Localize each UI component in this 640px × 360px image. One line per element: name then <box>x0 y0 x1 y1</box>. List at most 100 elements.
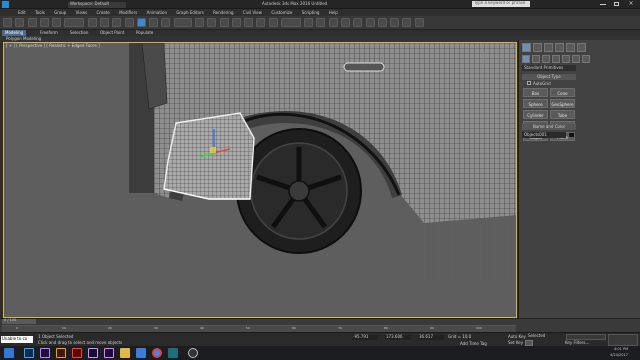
align-icon[interactable] <box>316 18 326 27</box>
primitive-type-dropdown[interactable]: Standard Primitives <box>522 65 576 71</box>
sphere-button[interactable]: Sphere <box>523 99 548 108</box>
coord-x-field[interactable]: -95.791 <box>352 335 378 340</box>
menu-civil-view[interactable]: Civil View <box>243 11 262 15</box>
name-and-color-header[interactable]: Name and Color <box>522 124 576 130</box>
menu-views[interactable]: Views <box>76 11 88 15</box>
playback-controls[interactable] <box>566 334 606 340</box>
menu-customize[interactable]: Customize <box>271 11 292 15</box>
after-effects-icon[interactable] <box>88 348 98 358</box>
keyboard-shortcut-icon[interactable] <box>219 18 229 27</box>
menu-group[interactable]: Group <box>54 11 66 15</box>
selected-dropdown[interactable]: Selected <box>527 334 561 339</box>
undo-icon[interactable] <box>3 18 12 27</box>
time-slider[interactable]: 0 / 100 <box>2 318 36 324</box>
unlink-icon[interactable] <box>39 18 49 27</box>
select-manipulate-icon[interactable] <box>207 18 217 27</box>
shapes-icon[interactable] <box>532 55 540 63</box>
select-by-name-icon[interactable] <box>99 18 109 27</box>
bind-spacewarp-icon[interactable] <box>52 18 62 27</box>
file-explorer-icon[interactable] <box>120 348 130 358</box>
systems-icon[interactable] <box>582 55 590 63</box>
cone-button[interactable]: Cone <box>550 88 575 97</box>
redo-icon[interactable] <box>15 18 25 27</box>
render-production-icon[interactable] <box>414 18 424 27</box>
modify-tab-icon[interactable] <box>533 43 542 52</box>
spinner-snap-icon[interactable] <box>268 18 278 27</box>
maxscript-listener[interactable]: Unable to co <box>1 336 33 343</box>
pivot-center-icon[interactable] <box>194 18 204 27</box>
polygon-modeling-label[interactable]: Polygon Modeling <box>6 37 41 41</box>
scale-icon[interactable] <box>161 18 171 27</box>
display-tab-icon[interactable] <box>566 43 575 52</box>
acrobat-icon[interactable] <box>72 348 82 358</box>
angle-snap-icon[interactable] <box>244 18 254 27</box>
app-logo-icon[interactable] <box>2 1 9 8</box>
mirror-icon[interactable] <box>304 18 314 27</box>
obs-icon[interactable] <box>188 348 198 358</box>
tab-object-paint[interactable]: Object Paint <box>100 31 124 35</box>
move-icon[interactable] <box>136 18 146 27</box>
selected-bumper-mesh[interactable] <box>163 112 255 200</box>
autogrid-checkbox[interactable]: AutoGrid <box>533 82 551 86</box>
perspective-viewport[interactable]: [ + ] [ Perspective ] [ Realistic + Edge… <box>3 42 517 318</box>
minimize-button[interactable] <box>596 0 610 8</box>
coord-y-field[interactable]: 173.606 <box>385 335 411 340</box>
menu-graph-editors[interactable]: Graph Editors <box>176 11 203 15</box>
track-bar[interactable]: 0 10 20 30 40 50 60 70 80 90 100 <box>2 325 516 332</box>
close-button[interactable]: × <box>624 1 638 8</box>
box-button[interactable]: Box <box>523 88 548 97</box>
object-type-header[interactable]: Object Type <box>522 74 576 80</box>
chrome-icon[interactable] <box>152 348 162 358</box>
geosphere-button[interactable]: GeoSphere <box>550 99 575 108</box>
clock-date[interactable]: 4/24/2017 <box>610 353 628 358</box>
menu-rendering[interactable]: Rendering <box>213 11 233 15</box>
windows-start-icon[interactable] <box>4 348 14 358</box>
workspace-dropdown[interactable]: Workspace: Default <box>68 2 126 8</box>
link-icon[interactable] <box>27 18 37 27</box>
tab-populate[interactable]: Populate <box>136 31 153 35</box>
rectangle-selection-icon[interactable] <box>112 18 122 27</box>
premiere-icon[interactable] <box>40 348 50 358</box>
viewport-label[interactable]: [ + ] [ Perspective ] [ Realistic + Edge… <box>6 44 100 48</box>
selection-filter-icon[interactable] <box>64 18 85 27</box>
cameras-icon[interactable] <box>552 55 560 63</box>
tube-button[interactable]: Tube <box>550 110 575 119</box>
viewcube-icon[interactable] <box>484 51 504 65</box>
auto-key-label[interactable]: Auto Key <box>508 335 526 339</box>
menu-edit[interactable]: Edit <box>18 11 26 15</box>
timeline[interactable]: 0 / 100 0 10 20 30 40 50 60 70 80 90 100 <box>0 318 640 332</box>
menu-create[interactable]: Create <box>97 11 110 15</box>
spacewarps-icon[interactable] <box>572 55 580 63</box>
render-setup-icon[interactable] <box>390 18 400 27</box>
toggle-ribbon-icon[interactable] <box>341 18 351 27</box>
3dsmax-icon[interactable] <box>168 348 178 358</box>
store-icon[interactable] <box>136 348 146 358</box>
tab-freeform[interactable]: Freeform <box>40 31 58 35</box>
select-object-icon[interactable] <box>87 18 97 27</box>
percent-snap-icon[interactable] <box>256 18 266 27</box>
motion-tab-icon[interactable] <box>555 43 564 52</box>
tab-selection[interactable]: Selection <box>70 31 88 35</box>
geometry-icon[interactable] <box>522 55 530 63</box>
set-key-label[interactable]: Set Key <box>508 341 523 345</box>
snaps-toggle-icon[interactable] <box>231 18 241 27</box>
create-tab-icon[interactable] <box>522 43 531 52</box>
rendered-frame-icon[interactable] <box>402 18 412 27</box>
named-selection-icon[interactable] <box>280 18 301 27</box>
object-color-swatch[interactable] <box>568 132 575 138</box>
maximize-button[interactable] <box>610 0 624 8</box>
cylinder-button[interactable]: Cylinder <box>523 110 548 119</box>
menu-animation[interactable]: Animation <box>147 11 167 15</box>
menu-help[interactable]: Help <box>329 11 338 15</box>
photoshop-icon[interactable] <box>24 348 34 358</box>
lights-icon[interactable] <box>542 55 550 63</box>
menu-scripting[interactable]: Scripting <box>302 11 320 15</box>
utilities-tab-icon[interactable] <box>577 43 586 52</box>
object-name-field[interactable]: Objects001 <box>522 132 566 138</box>
premiere-rush-icon[interactable] <box>104 348 114 358</box>
key-filters-button[interactable]: Key Filters... <box>565 341 589 345</box>
curve-editor-icon[interactable] <box>353 18 363 27</box>
menu-tools[interactable]: Tools <box>35 11 45 15</box>
layer-explorer-icon[interactable] <box>328 18 338 27</box>
autogrid-checkbox-box[interactable] <box>527 81 531 85</box>
